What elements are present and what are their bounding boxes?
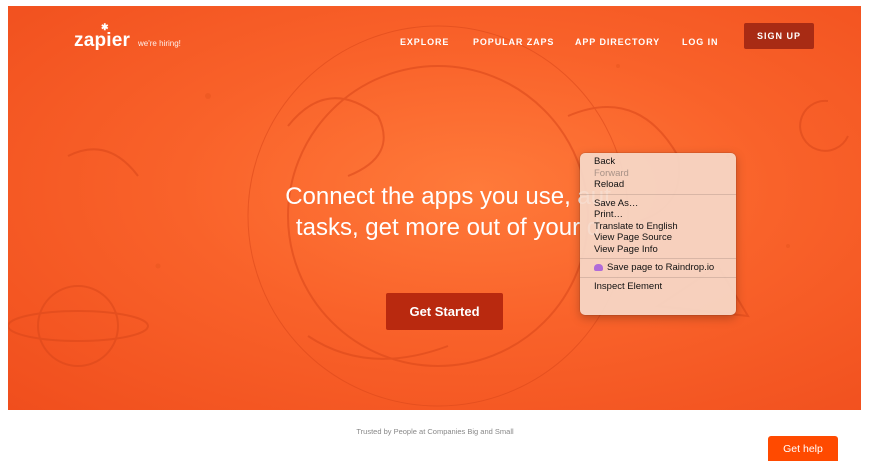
nav-popular-zaps[interactable]: POPULAR ZAPS xyxy=(473,37,554,47)
get-help-button[interactable]: Get help xyxy=(768,436,838,461)
menu-separator xyxy=(580,276,736,278)
get-started-button[interactable]: Get Started xyxy=(386,293,503,330)
menu-item-page-info[interactable]: View Page Info xyxy=(580,244,736,256)
context-menu: Back Forward Reload Save As… Print… Tran… xyxy=(580,153,736,315)
menu-item-translate[interactable]: Translate to English xyxy=(580,221,736,233)
menu-item-print[interactable]: Print… xyxy=(580,209,736,221)
nav-explore[interactable]: EXPLORE xyxy=(400,37,449,47)
menu-item-raindrop-label: Save page to Raindrop.io xyxy=(607,262,715,273)
logo-star-icon: ✱ xyxy=(101,22,109,32)
trusted-text: Trusted by People at Companies Big and S… xyxy=(356,427,514,436)
zapier-logo[interactable]: zapier ✱ xyxy=(74,22,130,52)
menu-item-reload[interactable]: Reload xyxy=(580,179,736,191)
menu-item-view-source[interactable]: View Page Source xyxy=(580,232,736,244)
menu-item-back[interactable]: Back xyxy=(580,156,736,168)
sign-up-button[interactable]: SIGN UP xyxy=(744,23,814,49)
nav-log-in[interactable]: LOG IN xyxy=(682,37,718,47)
menu-item-inspect[interactable]: Inspect Element xyxy=(580,281,736,293)
raindrop-cloud-icon xyxy=(594,263,603,271)
menu-item-save-as[interactable]: Save As… xyxy=(580,198,736,210)
menu-separator xyxy=(580,193,736,195)
hiring-link[interactable]: we're hiring! xyxy=(138,39,181,48)
menu-item-forward: Forward xyxy=(594,167,629,179)
nav-app-directory[interactable]: APP DIRECTORY xyxy=(575,37,660,47)
menu-separator xyxy=(580,258,736,259)
menu-item-raindrop[interactable]: Save page to Raindrop.io xyxy=(580,262,736,274)
